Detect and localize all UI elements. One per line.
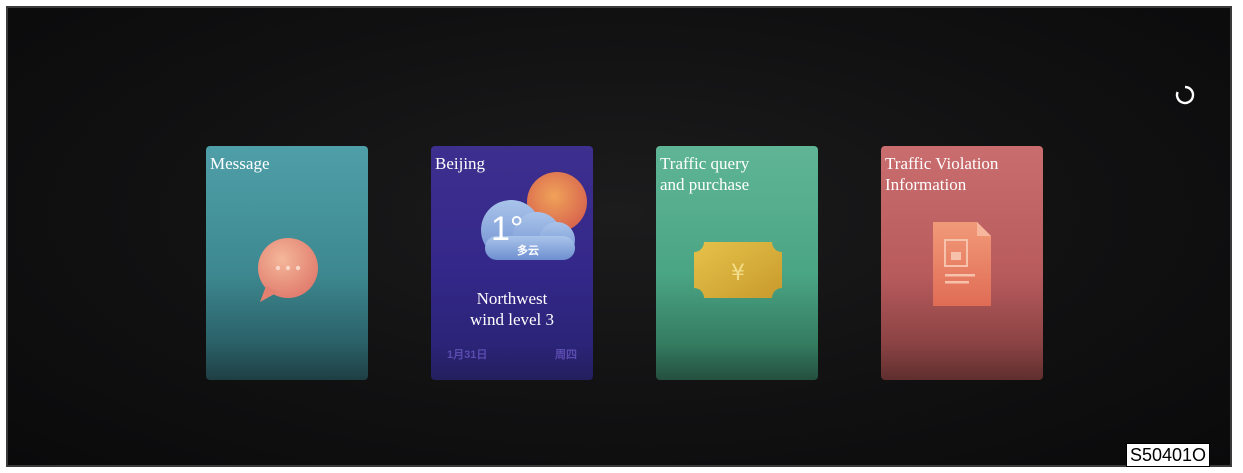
yuan-ticket-icon: ¥ <box>694 242 782 298</box>
refresh-icon[interactable] <box>1174 84 1196 106</box>
traffic-violation-title-line-2: Information <box>885 175 967 194</box>
message-card[interactable]: Message <box>206 146 368 380</box>
chat-bubble-icon <box>258 238 318 302</box>
wind-info: Northwest wind level 3 <box>431 288 593 330</box>
wind-line-2: wind level 3 <box>469 310 555 329</box>
document-icon <box>933 222 991 306</box>
weather-card[interactable]: Beijing 1° 多云 Northwest wind level 3 1月3… <box>431 146 593 380</box>
message-card-title: Message <box>210 154 270 173</box>
traffic-query-card[interactable]: Traffic query and purchase ¥ <box>656 146 818 380</box>
traffic-violation-card[interactable]: Traffic Violation Information <box>881 146 1043 380</box>
screen-frame <box>6 6 1232 467</box>
traffic-violation-title: Traffic Violation Information <box>885 153 998 195</box>
temperature-value: 1° <box>491 210 524 248</box>
traffic-violation-title-line-1: Traffic Violation <box>885 154 999 173</box>
traffic-query-title-line-2: and purchase <box>660 175 750 194</box>
wind-line-1: Northwest <box>476 289 548 308</box>
traffic-query-title-line-1: Traffic query <box>660 154 750 173</box>
weather-weekday: 周四 <box>555 349 577 361</box>
weather-cloud-sun-icon: 1° 多云 <box>481 172 587 260</box>
traffic-query-title: Traffic query and purchase <box>660 153 749 195</box>
weather-date: 1月31日 <box>447 349 488 361</box>
weather-condition: 多云 <box>517 243 539 257</box>
svg-text:¥: ¥ <box>731 261 745 286</box>
figure-code-label: S50401O <box>1126 443 1211 467</box>
